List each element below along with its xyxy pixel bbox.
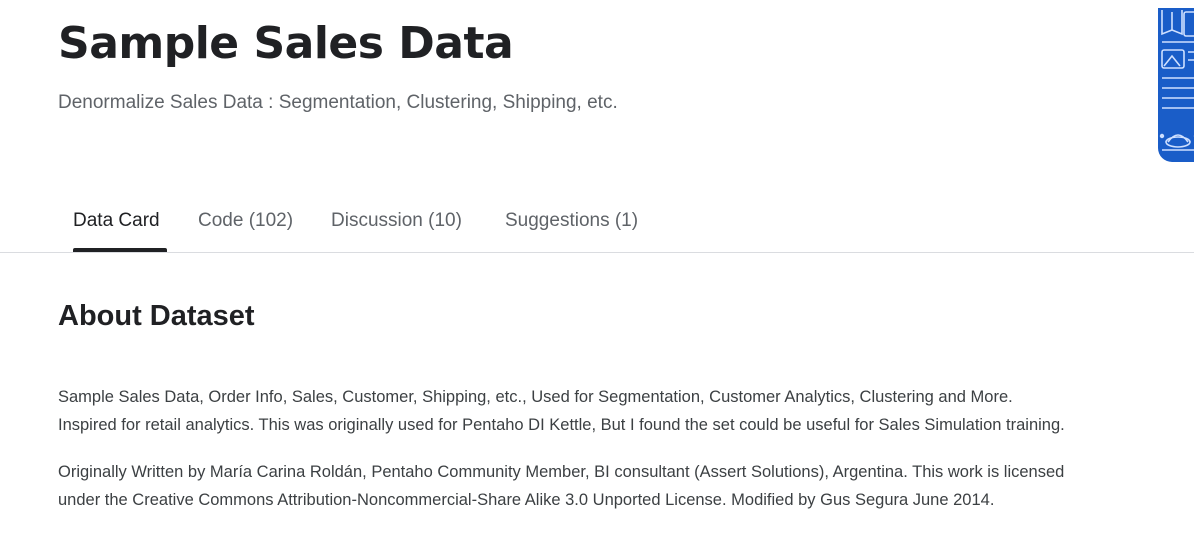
active-tab-indicator [73, 248, 167, 252]
dataset-cover-image [1158, 8, 1194, 162]
tab-data-card[interactable]: Data Card [73, 210, 160, 232]
about-paragraph-1-line-1: Sample Sales Data, Order Info, Sales, Cu… [58, 388, 1013, 406]
tab-bar: Data Card Code (102) Discussion (10) Sug… [0, 196, 1194, 253]
about-paragraph-2-line-1: Originally Written by María Carina Roldá… [58, 463, 1065, 481]
page-subtitle: Denormalize Sales Data : Segmentation, C… [58, 92, 618, 113]
tab-code[interactable]: Code (102) [198, 210, 293, 232]
dataset-cover-illustration-icon [1159, 10, 1194, 151]
about-paragraph-2: Originally Written by María Carina Roldá… [58, 458, 1064, 514]
about-paragraph-1-line-2: Inspired for retail analytics. This was … [58, 416, 1065, 434]
tab-discussion[interactable]: Discussion (10) [331, 210, 462, 232]
about-paragraph-1: Sample Sales Data, Order Info, Sales, Cu… [58, 383, 1065, 439]
about-dataset-heading: About Dataset [58, 300, 255, 332]
tab-suggestions[interactable]: Suggestions (1) [505, 210, 638, 232]
page-title: Sample Sales Data [58, 18, 514, 69]
about-paragraph-2-line-2: under the Creative Commons Attribution-N… [58, 491, 995, 509]
